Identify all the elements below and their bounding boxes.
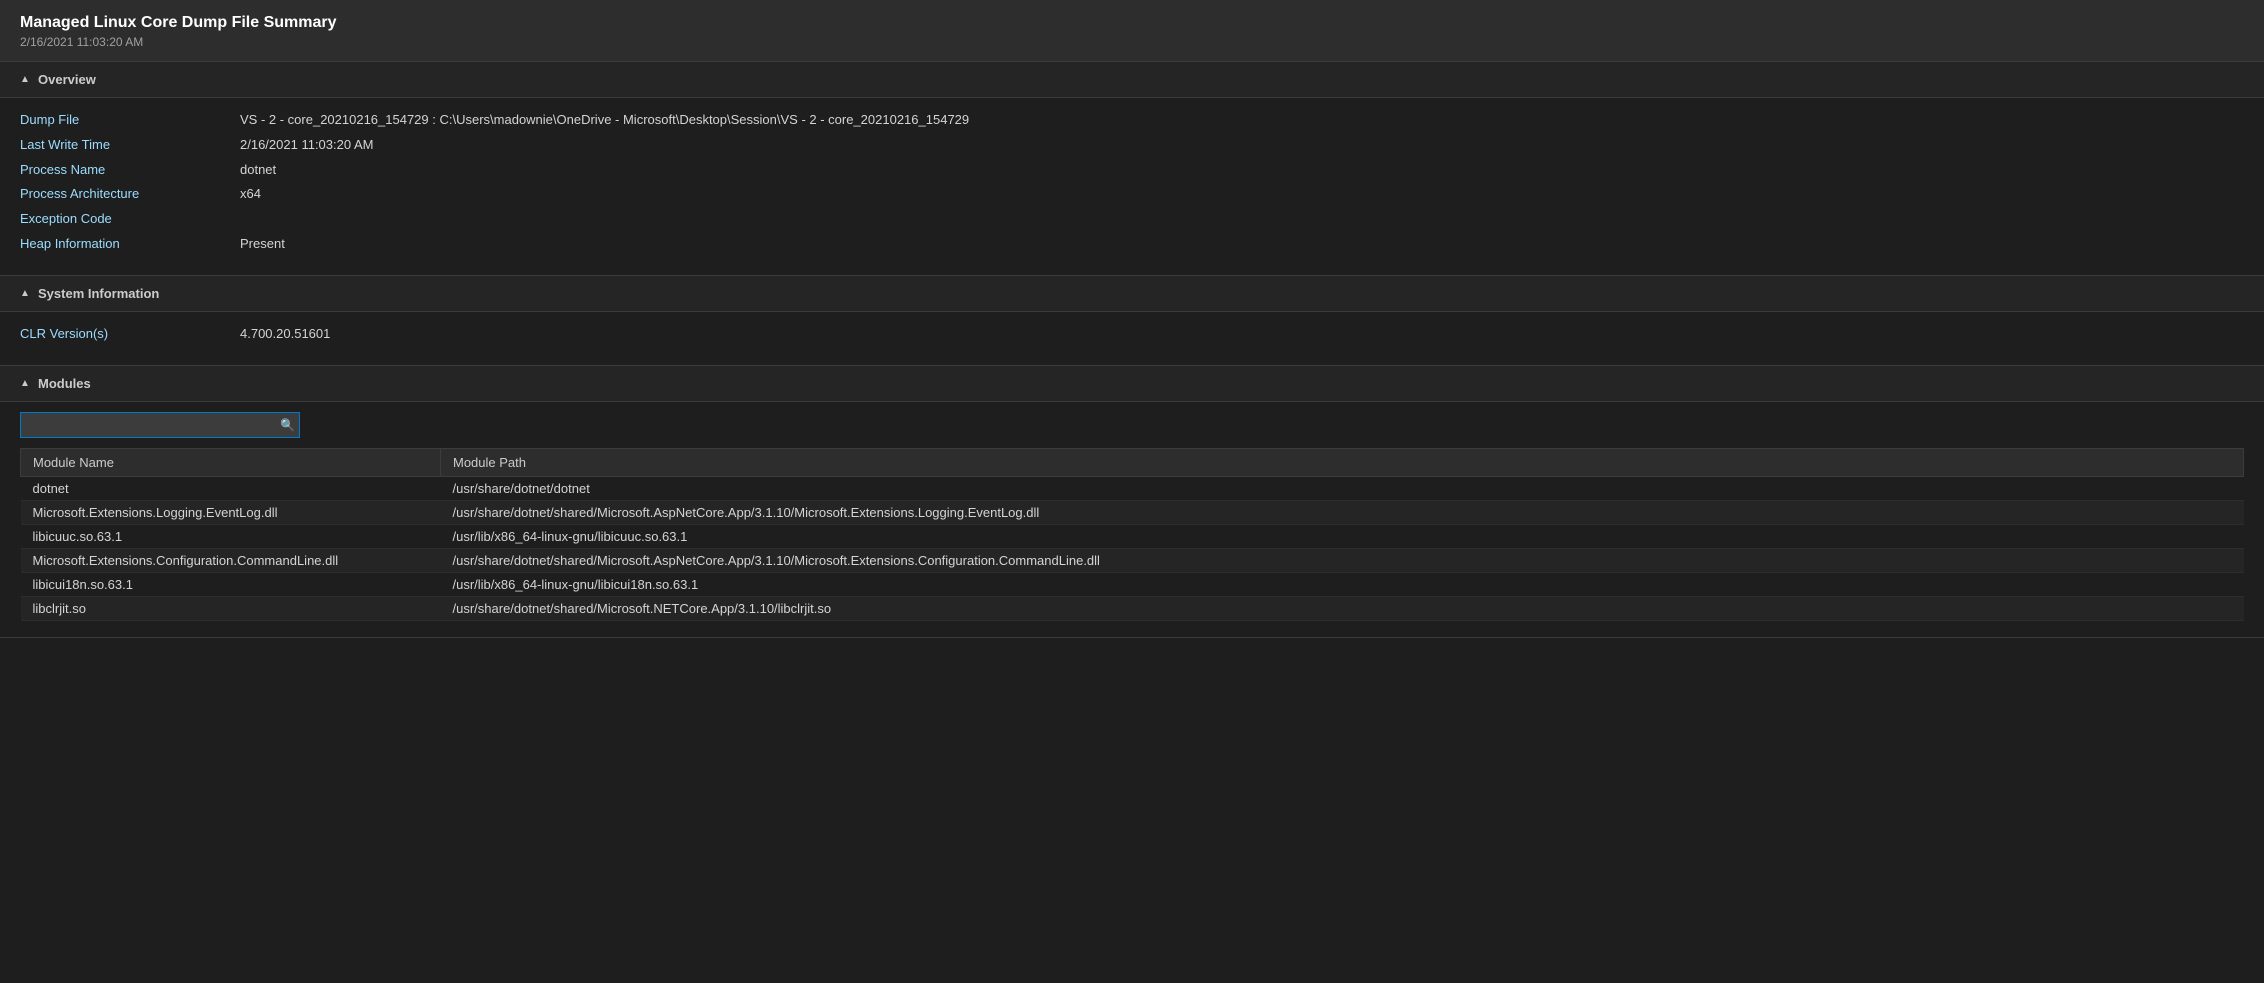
modules-search-box[interactable]: 🔍: [20, 412, 300, 438]
search-input[interactable]: [29, 417, 280, 432]
modules-section: ▲ Modules 🔍 Module Name Module Path dotn…: [0, 366, 2264, 638]
module-name-cell: libicui18n.so.63.1: [21, 572, 441, 596]
table-row: libclrjit.so/usr/share/dotnet/shared/Mic…: [21, 596, 2244, 620]
modules-section-label: Modules: [38, 376, 91, 391]
overview-chevron-icon: ▲: [20, 74, 32, 85]
overview-section-label: Overview: [38, 72, 96, 87]
module-path-cell: /usr/lib/x86_64-linux-gnu/libicuuc.so.63…: [441, 524, 2244, 548]
page-title: Managed Linux Core Dump File Summary: [20, 14, 2244, 32]
modules-table-container: Module Name Module Path dotnet/usr/share…: [0, 448, 2264, 637]
col-name-header: Module Name: [21, 448, 441, 476]
table-row: libicuuc.so.63.1/usr/lib/x86_64-linux-gn…: [21, 524, 2244, 548]
system-info-section: ▲ System Information CLR Version(s) 4.70…: [0, 276, 2264, 366]
exception-code-label: Exception Code: [20, 209, 240, 230]
module-path-cell: /usr/lib/x86_64-linux-gnu/libicui18n.so.…: [441, 572, 2244, 596]
clr-versions-value: 4.700.20.51601: [240, 324, 330, 345]
clr-versions-label: CLR Version(s): [20, 324, 240, 345]
dump-file-value: VS - 2 - core_20210216_154729 : C:\Users…: [240, 110, 969, 131]
heap-info-value: Present: [240, 234, 285, 255]
last-write-time-row: Last Write Time 2/16/2021 11:03:20 AM: [20, 135, 2244, 156]
module-name-cell: libclrjit.so: [21, 596, 441, 620]
module-name-cell: Microsoft.Extensions.Logging.EventLog.dl…: [21, 500, 441, 524]
system-info-section-label: System Information: [38, 286, 159, 301]
process-arch-row: Process Architecture x64: [20, 184, 2244, 205]
page-header: Managed Linux Core Dump File Summary 2/1…: [0, 0, 2264, 62]
last-write-time-label: Last Write Time: [20, 135, 240, 156]
heap-info-row: Heap Information Present: [20, 234, 2244, 255]
col-path-header: Module Path: [441, 448, 2244, 476]
overview-section-header[interactable]: ▲ Overview: [0, 62, 2264, 98]
dump-file-label: Dump File: [20, 110, 240, 131]
page-subtitle: 2/16/2021 11:03:20 AM: [20, 35, 2244, 49]
modules-section-header[interactable]: ▲ Modules: [0, 366, 2264, 402]
process-name-label: Process Name: [20, 160, 240, 181]
process-name-value: dotnet: [240, 160, 276, 181]
table-row: Microsoft.Extensions.Logging.EventLog.dl…: [21, 500, 2244, 524]
process-name-row: Process Name dotnet: [20, 160, 2244, 181]
overview-section: ▲ Overview Dump File VS - 2 - core_20210…: [0, 62, 2264, 276]
module-name-cell: dotnet: [21, 476, 441, 500]
module-path-cell: /usr/share/dotnet/shared/Microsoft.AspNe…: [441, 500, 2244, 524]
system-info-section-body: CLR Version(s) 4.700.20.51601: [0, 312, 2264, 365]
last-write-time-value: 2/16/2021 11:03:20 AM: [240, 135, 373, 156]
modules-chevron-icon: ▲: [20, 378, 32, 389]
system-info-chevron-icon: ▲: [20, 288, 32, 299]
module-name-cell: Microsoft.Extensions.Configuration.Comma…: [21, 548, 441, 572]
module-name-cell: libicuuc.so.63.1: [21, 524, 441, 548]
overview-section-body: Dump File VS - 2 - core_20210216_154729 …: [0, 98, 2264, 275]
table-row: dotnet/usr/share/dotnet/dotnet: [21, 476, 2244, 500]
modules-table: Module Name Module Path dotnet/usr/share…: [20, 448, 2244, 621]
module-path-cell: /usr/share/dotnet/dotnet: [441, 476, 2244, 500]
module-path-cell: /usr/share/dotnet/shared/Microsoft.NETCo…: [441, 596, 2244, 620]
process-arch-value: x64: [240, 184, 261, 205]
exception-code-row: Exception Code: [20, 209, 2244, 230]
table-row: Microsoft.Extensions.Configuration.Comma…: [21, 548, 2244, 572]
search-icon: 🔍: [280, 418, 295, 432]
table-row: libicui18n.so.63.1/usr/lib/x86_64-linux-…: [21, 572, 2244, 596]
heap-info-label: Heap Information: [20, 234, 240, 255]
module-path-cell: /usr/share/dotnet/shared/Microsoft.AspNe…: [441, 548, 2244, 572]
process-arch-label: Process Architecture: [20, 184, 240, 205]
system-info-section-header[interactable]: ▲ System Information: [0, 276, 2264, 312]
table-header-row: Module Name Module Path: [21, 448, 2244, 476]
clr-versions-row: CLR Version(s) 4.700.20.51601: [20, 324, 2244, 345]
modules-search-container: 🔍: [0, 402, 2264, 438]
dump-file-row: Dump File VS - 2 - core_20210216_154729 …: [20, 110, 2244, 131]
